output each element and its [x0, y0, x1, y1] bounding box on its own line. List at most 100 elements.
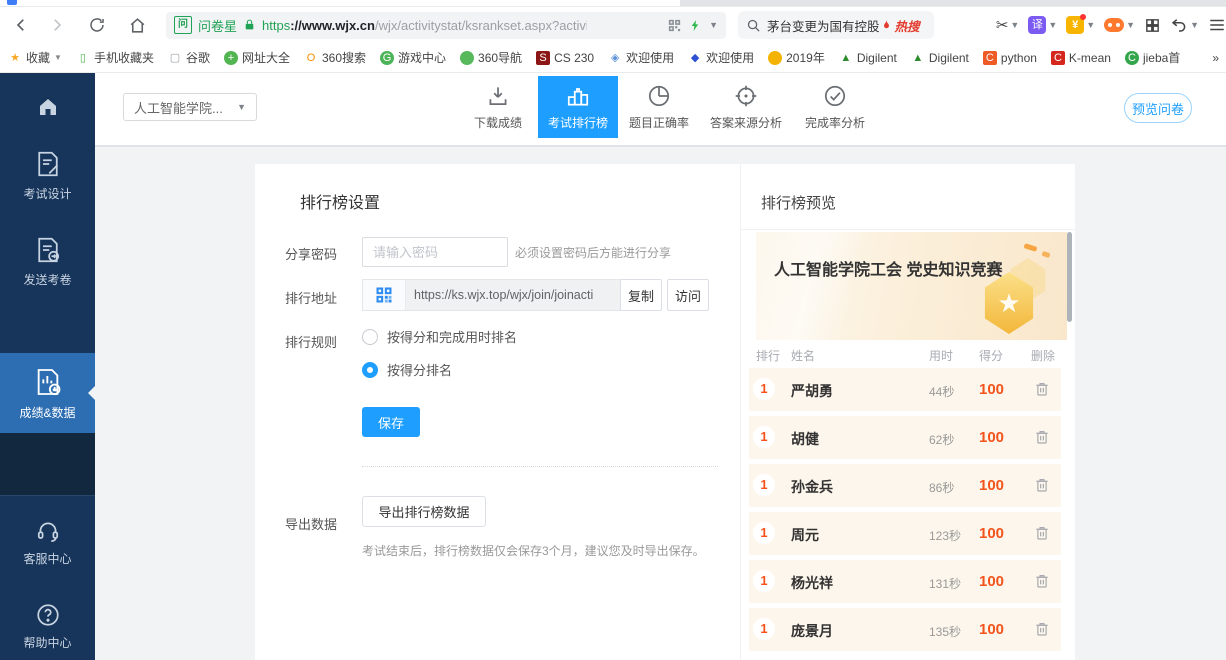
wallet-shield-icon: ¥ [1066, 16, 1084, 34]
contest-banner-title: 人工智能学院工会 党史知识竞赛 [774, 256, 1002, 280]
back-button[interactable] [10, 14, 32, 36]
qr-code-button[interactable] [363, 280, 406, 310]
browser-tabstrip [0, 0, 1226, 7]
bookmark-item[interactable]: S CS 230 ▼ [536, 51, 594, 65]
bookmark-item[interactable]: O 360搜索 ▼ [304, 49, 366, 66]
bookmark-item[interactable]: ▲ Digilent ▼ [911, 51, 969, 65]
caret-down-icon: ▼ [1086, 20, 1095, 30]
bookmark-item[interactable]: ★ 收藏 ▼ [8, 49, 62, 66]
bookmark-favicon: ◆ [688, 51, 702, 65]
visit-button[interactable]: 访问 [667, 279, 709, 311]
trending-search-text: 茅台变更为国有控股 [767, 16, 880, 35]
bookmark-label: 欢迎使用 [626, 49, 674, 66]
games-tool-button[interactable]: ▼ [1104, 18, 1135, 32]
copy-button[interactable]: 复制 [620, 279, 662, 311]
url-domain: ://www.wjx.cn [290, 18, 375, 33]
address-dropdown-caret-icon[interactable]: ▼ [709, 20, 718, 30]
back-icon [12, 16, 30, 34]
bookmark-item[interactable]: ▲ Digilent ▼ [839, 51, 897, 65]
undo-button[interactable]: ▼ [1170, 16, 1199, 34]
forward-button[interactable] [46, 14, 68, 36]
tab-question-accuracy[interactable]: 题目正确率 [618, 76, 700, 138]
bookmark-item[interactable]: ▯ 手机收藏夹 ▼ [76, 49, 154, 66]
translate-icon: 译 [1028, 16, 1046, 34]
bookmark-favicon [1194, 51, 1208, 65]
bookmark-item[interactable]: G 游戏中心 ▼ [380, 49, 446, 66]
sidebar-item-scores-data[interactable]: 成绩&数据 [0, 353, 95, 433]
rank-badge: 1 [753, 618, 775, 640]
tab-answer-source-analysis[interactable]: 答案来源分析 [700, 76, 792, 138]
bookmark-item[interactable]: ▢ 谷歌 ▼ [168, 49, 210, 66]
translate-tool-button[interactable]: 译▼ [1028, 16, 1057, 34]
survey-select-dropdown[interactable]: 人工智能学院... ▼ [123, 93, 257, 121]
trash-icon [1033, 620, 1051, 638]
wallet-tool-button[interactable]: ¥▼ [1066, 16, 1095, 34]
tab-label: 完成率分析 [805, 114, 865, 131]
apps-grid-button[interactable] [1144, 17, 1161, 34]
tab-completion-rate-analysis[interactable]: 完成率分析 [792, 76, 878, 138]
time-used: 135秒 [929, 623, 961, 640]
sidebar-item-exam-design[interactable]: 考试设计 [0, 139, 95, 211]
sidebar-item-send-exam[interactable]: 发送考卷 [0, 225, 95, 297]
bookmark-item[interactable]: 360导航 ▼ [460, 49, 522, 66]
save-button[interactable]: 保存 [362, 407, 420, 437]
ranking-table-header: 排行 姓名 用时 得分 删除 [741, 347, 1075, 367]
crosshair-icon [733, 83, 759, 109]
delete-row-button[interactable] [1033, 428, 1053, 448]
qr-code-icon[interactable] [667, 18, 682, 33]
radio-option-score-only[interactable]: 按得分排名 [362, 360, 452, 379]
bookmark-item[interactable]: + 网址大全 ▼ [224, 49, 290, 66]
bookmark-label: Digilent [857, 51, 897, 65]
radio-option-score-and-time[interactable]: 按得分和完成用时排名 [362, 327, 517, 346]
bookmark-item[interactable]: C jieba首 ▼ [1125, 49, 1180, 66]
password-input[interactable] [362, 237, 508, 267]
export-ranking-data-button[interactable]: 导出排行榜数据 [362, 496, 486, 527]
delete-row-button[interactable] [1033, 380, 1053, 400]
sidebar-item-help[interactable]: 帮助中心 [0, 594, 95, 658]
bookmark-label: 360搜索 [322, 49, 366, 66]
trash-icon [1033, 476, 1051, 494]
preview-survey-button[interactable]: 预览问卷 [1124, 93, 1192, 123]
menu-button[interactable] [1208, 16, 1226, 34]
tab-download-scores[interactable]: 下载成绩 [458, 76, 538, 138]
screenshot-tool-button[interactable]: ✂▼ [996, 16, 1020, 34]
bookmark-item[interactable]: » ▼ [1194, 51, 1219, 65]
bookmark-label: 收藏 [26, 49, 50, 66]
sidebar-item-support[interactable]: 客服中心 [0, 510, 95, 574]
delete-row-button[interactable] [1033, 620, 1053, 640]
time-used: 44秒 [929, 383, 954, 400]
sidebar-item-label: 考试设计 [23, 185, 71, 202]
sidebar-item-home[interactable] [0, 81, 95, 133]
bookmark-item[interactable]: ◈ 欢迎使用 ▼ [608, 49, 674, 66]
address-bar[interactable]: 问 问卷星 https ://www.wjx.cn /wjx/activitys… [166, 12, 726, 39]
table-row: 1 庞景月 135秒 100 [749, 608, 1061, 651]
table-row: 1 杨光祥 131秒 100 [749, 560, 1061, 603]
bookmark-label: 游戏中心 [398, 49, 446, 66]
tab-label: 下载成绩 [474, 114, 522, 131]
refresh-button[interactable] [86, 14, 108, 36]
delete-row-button[interactable] [1033, 572, 1053, 592]
trash-icon [1033, 572, 1051, 590]
tab-exam-ranking[interactable]: 考试排行榜 [538, 76, 618, 138]
bookmark-label: 谷歌 [186, 49, 210, 66]
bookmark-item[interactable]: ◆ 欢迎使用 ▼ [688, 49, 754, 66]
participant-name: 严胡勇 [791, 381, 833, 401]
lightning-icon[interactable] [689, 18, 702, 33]
bookmark-item[interactable]: C K-mean ▼ [1051, 51, 1111, 65]
tab-label: 考试排行榜 [548, 114, 608, 131]
ranking-url-value[interactable]: https://ks.wjx.top/wjx/join/joinacti [406, 280, 620, 310]
refresh-icon [88, 16, 106, 34]
delete-row-button[interactable] [1033, 476, 1053, 496]
home-button[interactable] [126, 14, 148, 36]
delete-row-button[interactable] [1033, 524, 1053, 544]
bookmark-favicon: C [1125, 51, 1139, 65]
bookmark-item[interactable]: 2019年 ▼ [768, 49, 825, 66]
panel-scrollbar-thumb[interactable] [1067, 232, 1072, 322]
browser-toolbar-icons: ✂▼ 译▼ ¥▼ ▼ ▼ [996, 16, 1226, 34]
bookmark-item[interactable]: C python ▼ [983, 51, 1037, 65]
address-label: 排行地址 [285, 288, 337, 307]
browser-search-box[interactable]: 茅台变更为国有控股 热搜 [738, 11, 934, 39]
sidebar: 考试设计 发送考卷 成绩&数据 客服中心 帮助中心 [0, 73, 95, 660]
bookmark-label: python [1001, 51, 1037, 65]
bookmark-caret-icon: ▼ [54, 53, 62, 62]
